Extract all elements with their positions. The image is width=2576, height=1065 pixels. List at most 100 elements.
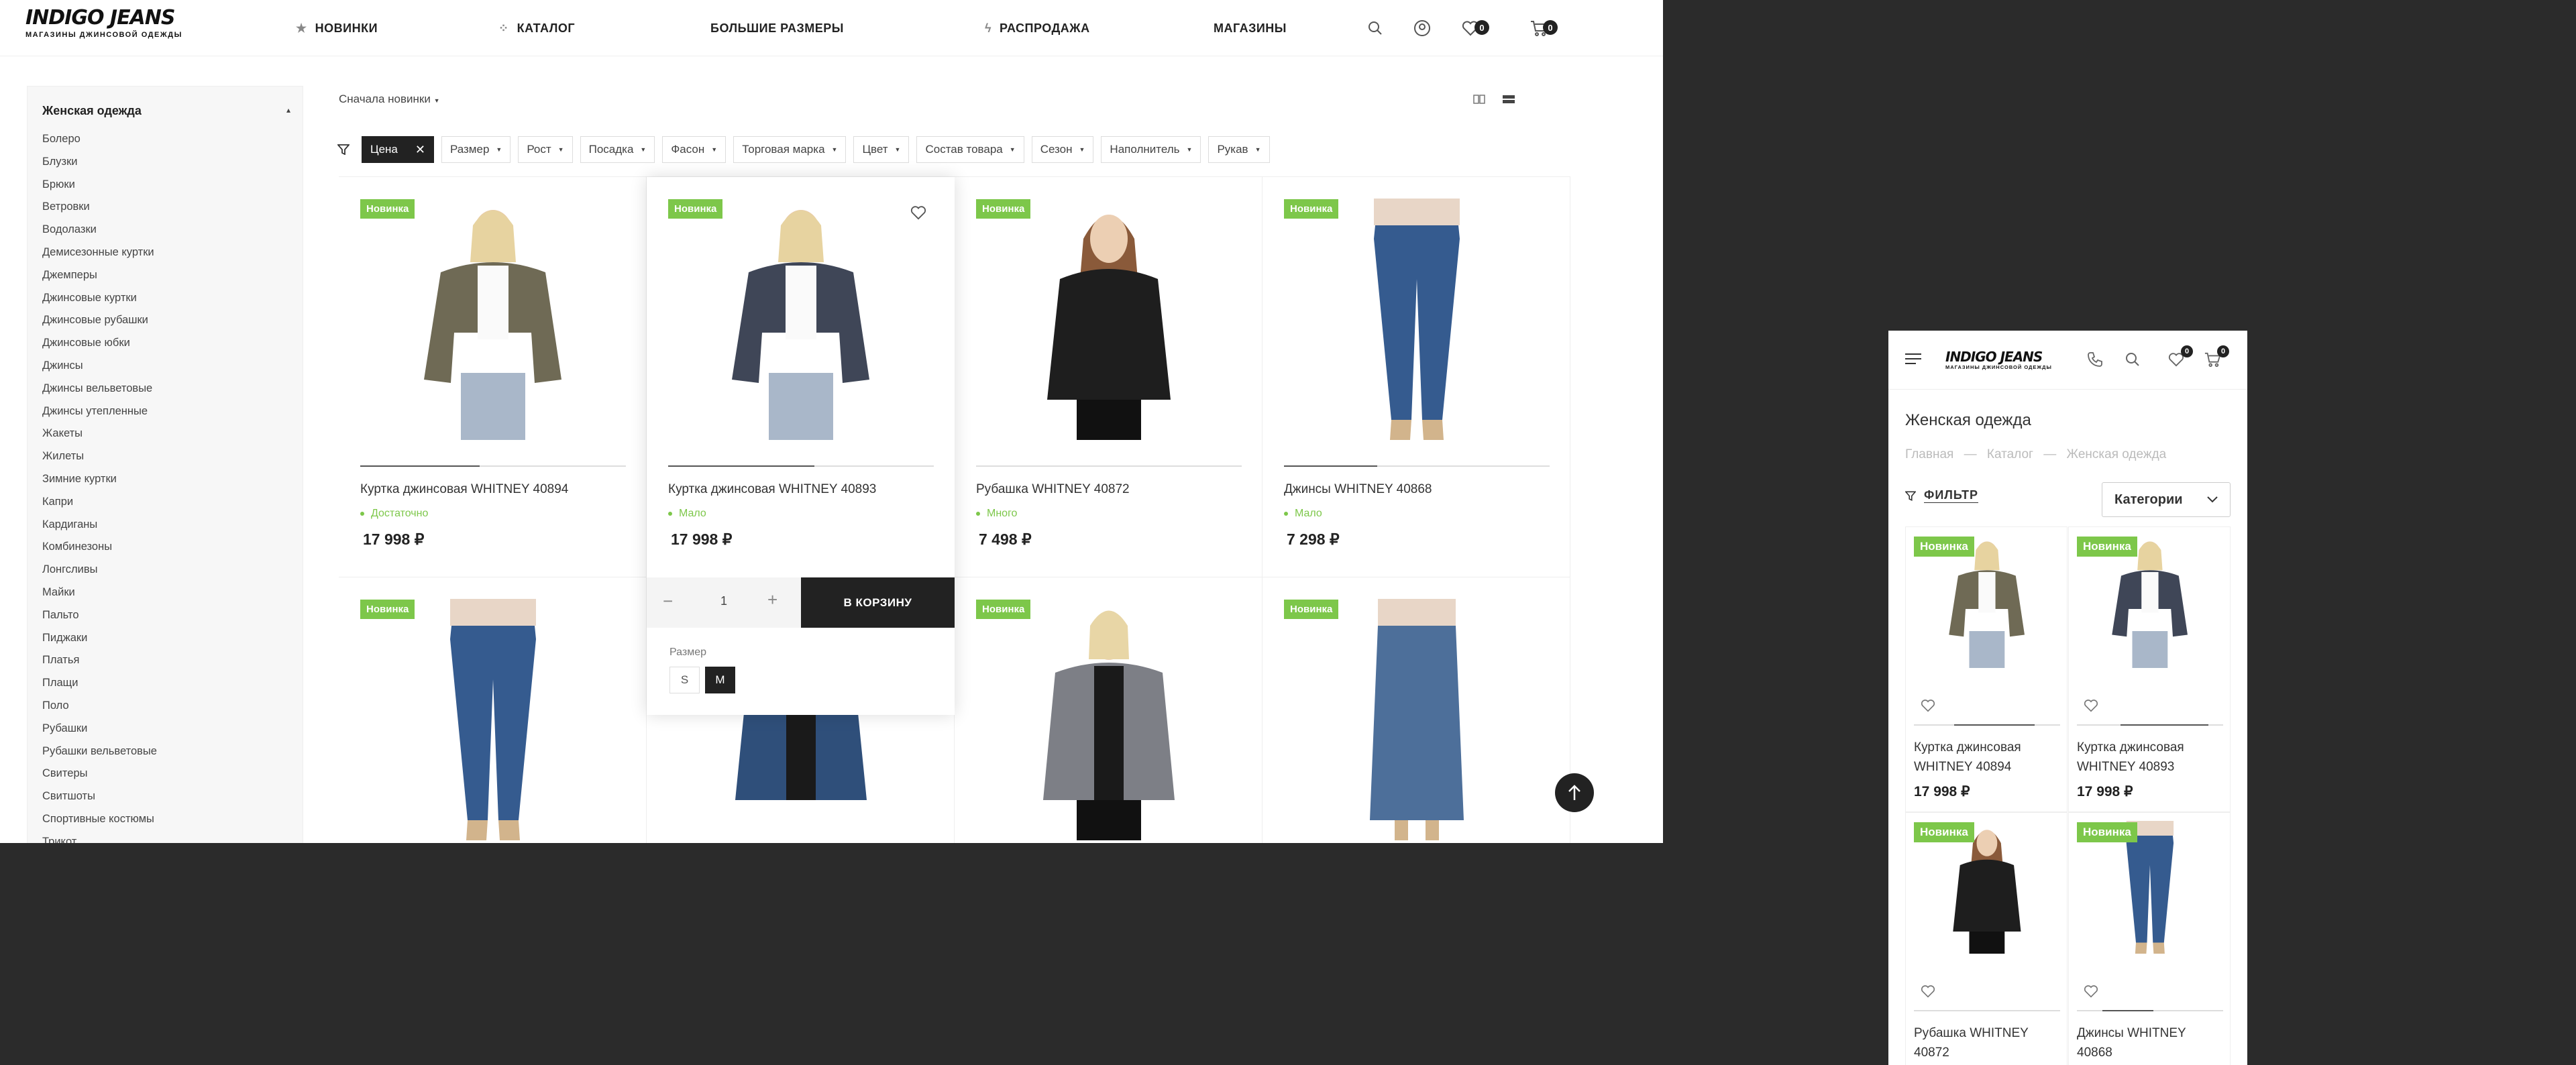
mobile-product-card[interactable]: Новинка Куртка джинсовая WHITNEY 40893 17 … bbox=[2068, 526, 2231, 812]
sidebar-item[interactable]: Брюки bbox=[42, 174, 157, 197]
breadcrumb-catalog[interactable]: Каталог bbox=[1987, 447, 2033, 461]
sidebar-item[interactable]: Рубашки bbox=[42, 718, 157, 740]
mobile-product-card[interactable]: Новинка Джинсы WHITNEY 40868 bbox=[2068, 812, 2231, 1065]
mobile-logo[interactable]: INDIGO JEANS МАГАЗИНЫ ДЖИНСОВОЙ ОДЕЖДЫ bbox=[1945, 349, 2052, 370]
menu-icon[interactable] bbox=[1905, 353, 1921, 368]
filter-chip[interactable]: Состав товара ▼ bbox=[916, 136, 1024, 163]
heart-icon[interactable] bbox=[1921, 699, 1935, 714]
mobile-filter-button[interactable]: ФИЛЬТР bbox=[1905, 488, 1979, 503]
filter-chip[interactable]: Цвет ▼ bbox=[853, 136, 910, 163]
product-name[interactable]: Куртка джинсовая WHITNEY 40894 bbox=[360, 482, 568, 497]
product-image[interactable] bbox=[1914, 535, 2060, 730]
nav-sale[interactable]: ϟ РАСПРОДАЖА bbox=[985, 0, 1090, 56]
sidebar-item[interactable]: Кардиганы bbox=[42, 514, 157, 537]
sidebar-item[interactable]: Капри bbox=[42, 491, 157, 514]
product-image[interactable] bbox=[1284, 199, 1550, 440]
sidebar-item[interactable]: Майки bbox=[42, 581, 157, 604]
search-icon[interactable] bbox=[1364, 17, 1386, 39]
filter-chip[interactable]: Фасон ▼ bbox=[662, 136, 727, 163]
sidebar-item[interactable]: Свитшоты bbox=[42, 785, 157, 808]
product-card[interactable]: Новинка bbox=[1263, 577, 1570, 843]
sidebar-item[interactable]: Жакеты bbox=[42, 423, 157, 445]
product-name[interactable]: Джинсы WHITNEY 40868 bbox=[2077, 1023, 2224, 1062]
sidebar-item[interactable]: Спортивные костюмы bbox=[42, 808, 157, 831]
sidebar-item[interactable]: Рубашки вельветовые bbox=[42, 740, 157, 763]
cart-icon[interactable]: 0 bbox=[1528, 17, 1558, 39]
filter-chip[interactable]: Сезон ▼ bbox=[1031, 136, 1094, 163]
product-image[interactable] bbox=[976, 599, 1242, 840]
categories-dropdown[interactable]: Категории bbox=[2102, 482, 2231, 517]
account-icon[interactable] bbox=[1411, 17, 1433, 39]
product-image[interactable] bbox=[360, 599, 626, 840]
list-view-icon[interactable] bbox=[1501, 93, 1516, 106]
mobile-favorites-icon[interactable]: 0 bbox=[2166, 345, 2193, 370]
product-image[interactable] bbox=[668, 199, 934, 440]
sidebar-item[interactable]: Комбинезоны bbox=[42, 536, 157, 559]
plus-button[interactable]: + bbox=[767, 590, 777, 610]
mobile-cart-icon[interactable]: 0 bbox=[2202, 345, 2229, 370]
product-card[interactable]: Новинка bbox=[955, 577, 1263, 843]
sidebar-item[interactable]: Водолазки bbox=[42, 219, 157, 241]
sort-dropdown[interactable]: Сначала новинки ▼ bbox=[339, 93, 440, 106]
heart-icon[interactable] bbox=[910, 205, 928, 221]
product-name[interactable]: Джинсы WHITNEY 40868 bbox=[1284, 482, 1432, 497]
add-to-cart-button[interactable]: В КОРЗИНУ bbox=[801, 577, 955, 628]
filter-chip-price[interactable]: Цена ✕ bbox=[362, 136, 434, 163]
filter-chip[interactable]: Торговая марка ▼ bbox=[733, 136, 847, 163]
site-logo[interactable]: INDIGO JEANS МАГАЗИНЫ ДЖИНСОВОЙ ОДЕЖДЫ bbox=[25, 7, 203, 50]
product-card[interactable]: Новинка Рубашка WHITNEY 40872 Много 7 498 ₽ bbox=[955, 177, 1263, 577]
product-name[interactable]: Рубашка WHITNEY 40872 bbox=[1914, 1023, 2061, 1062]
sidebar-item[interactable]: Жилеты bbox=[42, 445, 157, 468]
sidebar-item[interactable]: Джинсы вельветовые bbox=[42, 378, 157, 400]
sidebar-item[interactable]: Джинсовые рубашки bbox=[42, 309, 157, 332]
chevron-up-icon[interactable]: ▴ bbox=[286, 105, 290, 115]
sidebar-item[interactable]: Джинсы утепленные bbox=[42, 400, 157, 423]
sidebar-item[interactable]: Зимние куртки bbox=[42, 468, 157, 491]
sidebar-item[interactable]: Джинсы bbox=[42, 355, 157, 378]
sidebar-item[interactable]: Пиджаки bbox=[42, 627, 157, 650]
grid-view-icon[interactable] bbox=[1472, 93, 1487, 106]
product-image[interactable] bbox=[976, 199, 1242, 440]
size-option[interactable]: M bbox=[705, 667, 735, 693]
product-name[interactable]: Куртка джинсовая WHITNEY 40893 bbox=[668, 482, 876, 497]
filter-icon[interactable] bbox=[337, 144, 350, 155]
sidebar-item[interactable]: Блузки bbox=[42, 151, 157, 174]
mobile-product-card[interactable]: Новинка Рубашка WHITNEY 40872 bbox=[1905, 812, 2068, 1065]
sidebar-item[interactable]: Болеро bbox=[42, 128, 157, 151]
sidebar-item[interactable]: Ветровки bbox=[42, 196, 157, 219]
sidebar-item[interactable]: Джемперы bbox=[42, 264, 157, 287]
heart-icon[interactable] bbox=[2084, 699, 2098, 714]
sidebar-item[interactable]: Джинсовые куртки bbox=[42, 287, 157, 310]
mobile-search-icon[interactable] bbox=[2123, 349, 2143, 370]
quantity-value[interactable]: 1 bbox=[720, 594, 727, 608]
sidebar-item[interactable]: Платья bbox=[42, 649, 157, 672]
nav-catalog[interactable]: ⁘ КАТАЛОГ bbox=[498, 0, 575, 56]
size-option[interactable]: S bbox=[669, 667, 700, 693]
product-card[interactable]: Новинка Куртка джинсовая WHITNEY 40893 Мал… bbox=[647, 177, 955, 715]
nav-new[interactable]: ★ НОВИНКИ bbox=[296, 0, 378, 56]
sidebar-item[interactable]: Поло bbox=[42, 695, 157, 718]
nav-stores[interactable]: МАГАЗИНЫ bbox=[1214, 0, 1287, 56]
sidebar-title[interactable]: Женская одежда bbox=[42, 104, 142, 118]
product-name[interactable]: Куртка джинсовая WHITNEY 40893 bbox=[2077, 738, 2224, 777]
favorites-icon[interactable]: 0 bbox=[1460, 17, 1489, 39]
filter-chip[interactable]: Наполнитель ▼ bbox=[1101, 136, 1201, 163]
phone-icon[interactable] bbox=[2085, 349, 2105, 370]
nav-big-sizes[interactable]: БОЛЬШИЕ РАЗМЕРЫ bbox=[710, 0, 844, 56]
product-card[interactable]: Новинка bbox=[339, 577, 647, 843]
breadcrumb-home[interactable]: Главная bbox=[1905, 447, 1953, 461]
product-image[interactable] bbox=[2077, 821, 2223, 1015]
filter-chip[interactable]: Посадка ▼ bbox=[580, 136, 655, 163]
scroll-to-top-button[interactable] bbox=[1555, 773, 1594, 812]
product-card[interactable]: Новинка Джинсы WHITNEY 40868 Мало 7 298 ₽ bbox=[1263, 177, 1570, 577]
product-image[interactable] bbox=[360, 199, 626, 440]
close-icon[interactable]: ✕ bbox=[415, 143, 425, 157]
filter-chip[interactable]: Рукав ▼ bbox=[1208, 136, 1270, 163]
minus-button[interactable]: − bbox=[663, 591, 673, 612]
filter-chip[interactable]: Размер ▼ bbox=[441, 136, 511, 163]
product-image[interactable] bbox=[1914, 821, 2060, 1015]
sidebar-item[interactable]: Плащи bbox=[42, 672, 157, 695]
product-name[interactable]: Рубашка WHITNEY 40872 bbox=[976, 482, 1130, 497]
sidebar-item[interactable]: Лонгсливы bbox=[42, 559, 157, 581]
heart-icon[interactable] bbox=[2084, 985, 2098, 999]
